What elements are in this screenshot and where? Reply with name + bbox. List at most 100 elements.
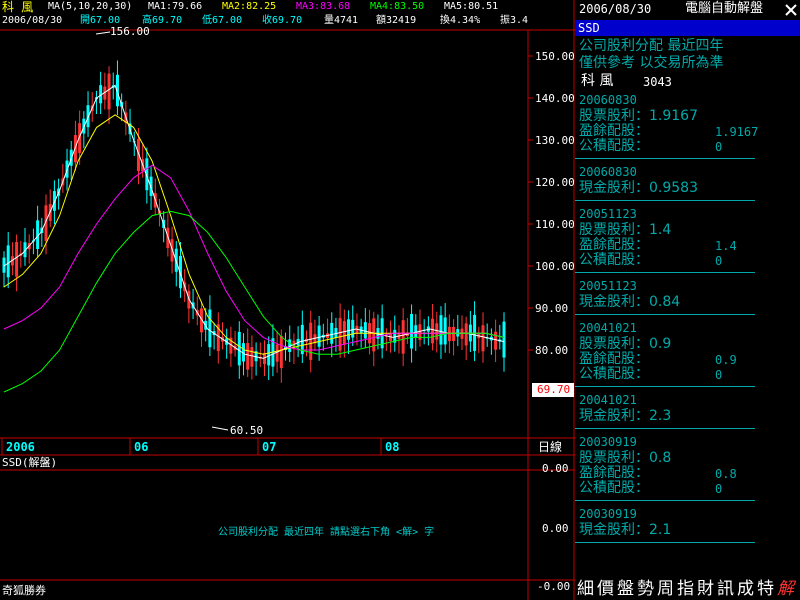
candle-body bbox=[460, 328, 464, 339]
y-tick-label: 130.00 bbox=[535, 134, 575, 147]
candle-body bbox=[447, 326, 451, 342]
tab-1[interactable]: 價 bbox=[597, 581, 614, 598]
tab-0[interactable]: 細 bbox=[577, 581, 594, 598]
candle-body bbox=[464, 323, 468, 346]
y-tick-label: 120.00 bbox=[535, 176, 575, 189]
high-pointer bbox=[95, 31, 111, 35]
broker-label: 奇狐勝券 bbox=[2, 584, 46, 597]
record-label: 股票股利：1.9167 bbox=[579, 108, 698, 124]
tab-9[interactable]: 特 bbox=[757, 581, 774, 598]
record-value: 0 bbox=[715, 368, 723, 382]
indicator-tick-top: 0.00 bbox=[542, 462, 569, 475]
record-label: 盈餘配股： bbox=[579, 237, 649, 253]
indicator-tick-bottom: -0.00 bbox=[537, 580, 571, 593]
record-date: 20041021 bbox=[579, 321, 637, 335]
record-divider bbox=[575, 386, 755, 387]
record-date: 20060830 bbox=[579, 93, 637, 107]
candle-body bbox=[439, 315, 443, 345]
ssd-bar: SSD bbox=[575, 20, 800, 36]
record-label: 盈餘配股： bbox=[579, 465, 649, 481]
tab-2[interactable]: 盤 bbox=[617, 581, 634, 598]
record-divider bbox=[575, 158, 755, 159]
record-divider bbox=[575, 314, 755, 315]
candle-body bbox=[502, 321, 506, 358]
indicator-tick-mid: 0.00 bbox=[542, 522, 569, 535]
ma-line-ma3 bbox=[3, 164, 505, 351]
candle-body bbox=[401, 320, 405, 354]
candle-body bbox=[494, 331, 498, 350]
record-label: 公積配股： bbox=[579, 138, 649, 154]
candle-body bbox=[435, 323, 439, 340]
tab-6[interactable]: 財 bbox=[697, 581, 714, 598]
tab-10[interactable]: 解 bbox=[777, 581, 794, 598]
tab-4[interactable]: 周 bbox=[657, 581, 674, 598]
record-divider bbox=[575, 272, 755, 273]
tab-3[interactable]: 勢 bbox=[637, 581, 654, 598]
price-chart[interactable]: 150.00 140.00 130.00 120.00 110.00 100.00 90.0… bbox=[0, 0, 575, 600]
low-pointer bbox=[211, 426, 229, 431]
period-label: 日線 bbox=[538, 440, 563, 454]
candle-body bbox=[410, 313, 414, 349]
record-label: 公積配股： bbox=[579, 366, 649, 382]
x-tick-label: 08 bbox=[385, 440, 399, 454]
ssd-label: SSD bbox=[578, 21, 600, 35]
panel-stock-code: 3043 bbox=[643, 75, 672, 89]
candle-body bbox=[6, 245, 10, 278]
record-date: 20041021 bbox=[579, 393, 637, 407]
y-tick-label: 100.00 bbox=[535, 260, 575, 273]
x-tick-label: 2006 bbox=[6, 440, 35, 454]
tab-5[interactable]: 指 bbox=[677, 581, 694, 598]
record-label: 股票股利：0.9 bbox=[579, 336, 672, 352]
record-label: 盈餘配股： bbox=[579, 351, 649, 367]
panel-app-title: 電腦自動解盤 bbox=[685, 1, 764, 16]
candle-body bbox=[237, 331, 241, 366]
x-tick-label: 07 bbox=[262, 440, 276, 454]
candle-body bbox=[452, 326, 456, 341]
record-label: 現金股利：0.9583 bbox=[579, 180, 698, 196]
x-tick-label: 06 bbox=[134, 440, 148, 454]
y-tick-label: 150.00 bbox=[535, 50, 575, 63]
record-value: 1.4 bbox=[715, 239, 737, 253]
record-label: 現金股利：2.3 bbox=[579, 408, 672, 424]
indicator-note: 公司股利分配 最近四年 請點選右下角 <解> 字 bbox=[218, 527, 435, 538]
candle-body bbox=[15, 242, 19, 277]
record-divider bbox=[575, 200, 755, 201]
y-tick-label: 140.00 bbox=[535, 92, 575, 105]
close-icon[interactable] bbox=[784, 3, 798, 17]
high-label: 156.00 bbox=[110, 25, 150, 38]
record-label: 現金股利：2.1 bbox=[579, 522, 672, 538]
candle-body bbox=[342, 321, 346, 345]
record-date: 20030919 bbox=[579, 435, 637, 449]
candle-body bbox=[481, 325, 485, 352]
candle-body bbox=[443, 317, 447, 345]
record-value: 0 bbox=[715, 482, 723, 496]
candle-body bbox=[317, 325, 321, 347]
indicator-title: SSD(解盤) bbox=[2, 456, 58, 469]
y-tick-label: 80.00 bbox=[535, 344, 568, 357]
record-value: 0 bbox=[715, 254, 723, 268]
record-date: 20030919 bbox=[579, 507, 637, 521]
candle-body bbox=[363, 322, 367, 339]
record-divider bbox=[575, 542, 755, 543]
tab-8[interactable]: 成 bbox=[737, 581, 754, 598]
record-label: 現金股利：0.84 bbox=[579, 294, 681, 310]
record-divider bbox=[575, 428, 755, 429]
low-label: 60.50 bbox=[230, 424, 264, 437]
candle-body bbox=[351, 319, 355, 338]
record-label: 公積配股： bbox=[579, 480, 649, 496]
record-label: 盈餘配股： bbox=[579, 123, 649, 139]
record-divider bbox=[575, 500, 755, 501]
candle-body bbox=[309, 322, 313, 360]
record-date: 20051123 bbox=[579, 279, 637, 293]
candle-body bbox=[330, 322, 334, 344]
price-tag: 69.70 bbox=[532, 383, 574, 397]
dividend-panel: 2006/08/30 電腦自動解盤 SSD 公司股利分配 最近四年 僅供參考 以… bbox=[575, 0, 800, 600]
panel-heading1: 公司股利分配 最近四年 bbox=[579, 38, 724, 54]
record-label: 公積配股： bbox=[579, 252, 649, 268]
candle-body bbox=[347, 319, 351, 340]
candle-body bbox=[208, 309, 212, 348]
record-value: 0.8 bbox=[715, 467, 737, 481]
tab-7[interactable]: 訊 bbox=[717, 581, 734, 598]
y-tick-label: 90.00 bbox=[535, 302, 568, 315]
candle-body bbox=[279, 335, 283, 369]
